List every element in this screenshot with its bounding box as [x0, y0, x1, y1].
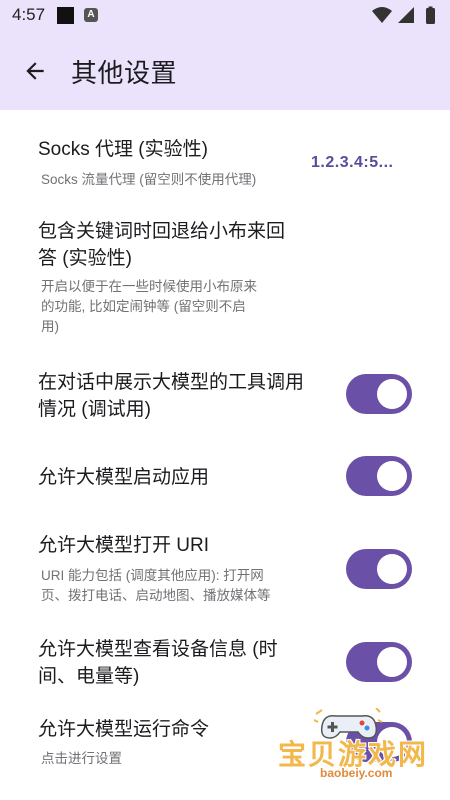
setting-description-line2: 页、拨打电话、启动地图、播放媒体等	[41, 588, 271, 603]
setting-title-line2: 间、电量等)	[38, 666, 140, 687]
launch-apps-toggle[interactable]	[346, 456, 412, 496]
arrow-back-icon	[26, 62, 44, 80]
setting-title-line1: 在对话中展示大模型的工具调用	[38, 372, 305, 393]
setting-description: 点击进行设置	[41, 751, 122, 766]
toggle-knob	[377, 647, 407, 677]
setting-description-line3: 用)	[41, 319, 59, 334]
setting-description-line1: 开启以便于在一些时候使用小布原来	[41, 279, 257, 294]
setting-title-line1: 允许大模型查看设备信息 (时	[38, 639, 278, 660]
toggle-knob	[377, 461, 407, 491]
setting-title: 允许大模型启动应用	[38, 467, 210, 488]
wifi-icon	[372, 7, 392, 23]
setting-title-line2: 答 (实验性)	[38, 248, 132, 269]
status-time: 4:57	[12, 5, 46, 24]
cellular-signal-icon	[398, 7, 414, 23]
page-title: 其他设置	[71, 58, 178, 88]
setting-description: Socks 流量代理 (留空则不使用代理)	[41, 172, 257, 187]
setting-description-line1: URI 能力包括 (调度其他应用): 打开网	[41, 568, 264, 583]
proxy-value: 1.2.3.4:5...	[311, 154, 394, 171]
battery-icon	[426, 8, 435, 24]
watermark-url: baobeiy.com	[320, 766, 393, 780]
setting-title: Socks 代理 (实验性)	[38, 139, 208, 160]
open-uri-toggle[interactable]	[346, 549, 412, 589]
toggle-knob	[377, 379, 407, 409]
setting-title-line2: 情况 (调试用)	[38, 399, 151, 420]
status-bar: 4:57 A	[0, 0, 450, 32]
setting-description-line2: 的功能, 比如定闹钟等 (留空则不启	[41, 299, 246, 314]
back-button[interactable]	[16, 52, 54, 90]
setting-title: 允许大模型运行命令	[38, 719, 210, 740]
app-bar: 其他设置	[0, 32, 450, 110]
setting-title: 允许大模型打开 URI	[38, 535, 210, 556]
setting-title-line1: 包含关键词时回退给小布来回	[38, 221, 286, 242]
toggle-knob	[377, 554, 407, 584]
tool-calls-toggle[interactable]	[346, 374, 412, 414]
app-badge-icon: A	[84, 8, 98, 22]
notification-icon	[57, 7, 74, 24]
system-status-icons	[372, 6, 435, 24]
watermark: 宝贝游戏网 baobeiy.com	[270, 708, 430, 784]
device-info-toggle[interactable]	[346, 642, 412, 682]
